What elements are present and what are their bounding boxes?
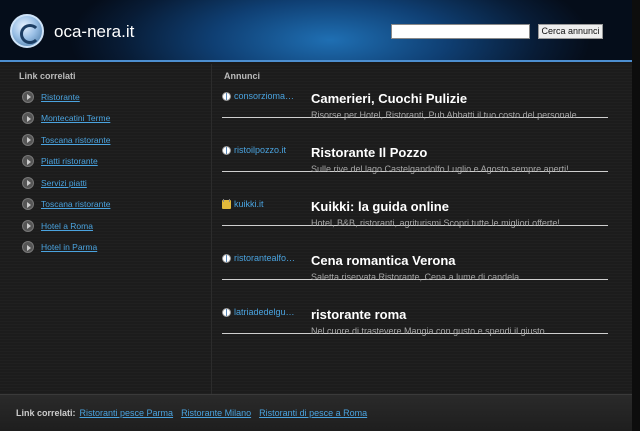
arrow-bullet-icon — [22, 112, 34, 125]
arrow-bullet-icon — [22, 133, 34, 146]
sidebar-item[interactable]: Hotel a Roma — [22, 215, 110, 237]
sidebar-item-label[interactable]: Hotel a Roma — [41, 221, 93, 231]
sidebar-item-label[interactable]: Toscana ristorante — [41, 135, 110, 145]
ad-title[interactable]: Ristorante Il Pozzo — [311, 145, 427, 160]
sidebar-item-label[interactable]: Piatti ristorante — [41, 156, 98, 166]
arrow-bullet-icon — [22, 155, 34, 168]
footer-link[interactable]: Ristorante Milano — [181, 408, 251, 418]
sidebar-title: Link correlati — [19, 71, 76, 81]
ad-domain-text[interactable]: ristoilpozzo.it — [234, 145, 286, 155]
site-header: oca-nera.it Cerca annunci — [0, 0, 640, 62]
lock-icon — [222, 199, 231, 209]
ad-domain[interactable]: ristoilpozzo.it — [222, 145, 304, 155]
site-title[interactable]: oca-nera.it — [54, 22, 134, 42]
ads-panel: Annunci consorzioma… Camerieri, Cuochi P… — [215, 64, 625, 394]
ad-item[interactable]: latriadedelgu… ristorante roma Nel cuore… — [222, 280, 608, 336]
globe-icon — [222, 145, 231, 155]
sidebar-item-label[interactable]: Montecatini Terme — [41, 113, 110, 123]
ad-domain[interactable]: consorzioma… — [222, 91, 304, 101]
sidebar-item-label[interactable]: Toscana ristorante — [41, 199, 110, 209]
search-button[interactable]: Cerca annunci — [538, 24, 603, 39]
sidebar-item[interactable]: Montecatini Terme — [22, 108, 110, 130]
ad-domain-text[interactable]: latriadedelgu… — [234, 307, 295, 317]
ad-domain[interactable]: kuikki.it — [222, 199, 304, 209]
sidebar-item[interactable]: Toscana ristorante — [22, 129, 110, 151]
logo-icon[interactable] — [10, 14, 44, 48]
globe-icon — [222, 253, 231, 263]
footer-link[interactable]: Ristoranti pesce Parma — [80, 408, 174, 418]
vertical-scrollbar[interactable] — [632, 0, 640, 431]
ad-item[interactable]: ristoilpozzo.it Ristorante Il Pozzo Sull… — [222, 118, 608, 174]
ad-title[interactable]: ristorante roma — [311, 307, 406, 322]
arrow-bullet-icon — [22, 176, 34, 189]
ad-item[interactable]: consorzioma… Camerieri, Cuochi Pulizie R… — [222, 64, 608, 120]
ad-item[interactable]: kuikki.it Kuikki: la guida online Hotel,… — [222, 172, 608, 228]
arrow-bullet-icon — [22, 241, 34, 254]
ad-domain[interactable]: latriadedelgu… — [222, 307, 304, 317]
sidebar-link-list: Ristorante Montecatini Terme Toscana ris… — [22, 86, 110, 258]
sidebar: Link correlati Ristorante Montecatini Te… — [10, 64, 212, 394]
ad-title[interactable]: Kuikki: la guida online — [311, 199, 449, 214]
sidebar-item[interactable]: Hotel in Parma — [22, 237, 110, 259]
footer: Link correlati: Ristoranti pesce Parma R… — [0, 394, 640, 431]
ad-domain-text[interactable]: kuikki.it — [234, 199, 264, 209]
sidebar-item[interactable]: Toscana ristorante — [22, 194, 110, 216]
main-area: Link correlati Ristorante Montecatini Te… — [0, 64, 640, 394]
globe-icon — [222, 91, 231, 101]
sidebar-item-label[interactable]: Servizi piatti — [41, 178, 87, 188]
footer-link[interactable]: Ristoranti di pesce a Roma — [259, 408, 367, 418]
sidebar-item[interactable]: Ristorante — [22, 86, 110, 108]
globe-icon — [222, 307, 231, 317]
sidebar-item-label[interactable]: Hotel in Parma — [41, 242, 97, 252]
sidebar-item-label[interactable]: Ristorante — [41, 92, 80, 102]
ad-item[interactable]: ristorantealfo… Cena romantica Verona Sa… — [222, 226, 608, 282]
arrow-bullet-icon — [22, 198, 34, 211]
ad-domain[interactable]: ristorantealfo… — [222, 253, 304, 263]
search-input[interactable] — [391, 24, 530, 39]
ad-title[interactable]: Camerieri, Cuochi Pulizie — [311, 91, 467, 106]
ad-description: Nel cuore di trastevere Mangia con gusto… — [311, 326, 545, 336]
ad-domain-text[interactable]: ristorantealfo… — [234, 253, 295, 263]
footer-label: Link correlati: — [16, 408, 76, 418]
arrow-bullet-icon — [22, 90, 34, 103]
ad-title[interactable]: Cena romantica Verona — [311, 253, 456, 268]
ad-domain-text[interactable]: consorzioma… — [234, 91, 294, 101]
sidebar-item[interactable]: Piatti ristorante — [22, 151, 110, 173]
arrow-bullet-icon — [22, 219, 34, 232]
sidebar-item[interactable]: Servizi piatti — [22, 172, 110, 194]
